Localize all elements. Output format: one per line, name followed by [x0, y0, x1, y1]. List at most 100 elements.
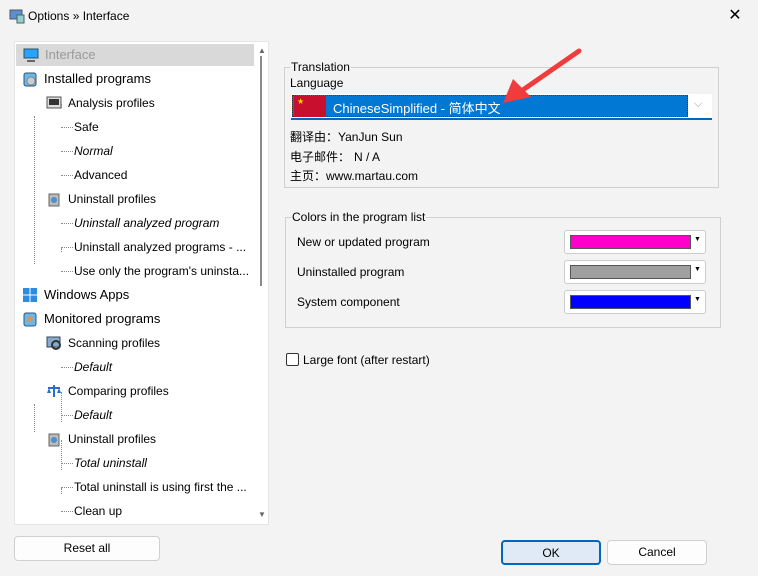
tree-connector [61, 440, 62, 470]
tree-connector [61, 392, 62, 422]
tree-item[interactable]: Advanced [15, 164, 253, 186]
large-font-checkbox[interactable] [286, 353, 299, 366]
color-row-label: New or updated program [297, 235, 430, 249]
color-picker[interactable]: ▼ [564, 290, 706, 314]
scan-icon [46, 336, 61, 350]
color-swatch [570, 235, 691, 249]
homepage-value: www.martau.com [326, 169, 419, 183]
tree-item-label: Uninstall analyzed programs - ... [74, 240, 247, 254]
tree-connector [61, 271, 73, 272]
email-label: 电子邮件： [290, 150, 351, 164]
tree-item[interactable]: Use only the program's uninsta... [15, 260, 253, 282]
title-bar: Options » Interface ✕ [0, 0, 758, 34]
china-flag-icon: ★ [294, 96, 326, 117]
tree-item-label: Installed programs [44, 71, 151, 86]
tree-item-label: Advanced [74, 168, 128, 182]
close-button[interactable]: ✕ [722, 4, 748, 28]
scrollbar-thumb[interactable] [260, 56, 262, 286]
translator-label: 翻译由： [290, 130, 339, 144]
tree-connector [34, 404, 35, 432]
installed-programs-icon [23, 72, 37, 87]
analysis-icon [46, 96, 62, 109]
language-value: ChineseSimplified - 简体中文 [333, 101, 501, 116]
tree-item[interactable]: Scanning profiles [15, 332, 253, 354]
tree-connector [61, 247, 73, 248]
tree-connector [61, 511, 73, 512]
tree-item-label: Safe [74, 120, 99, 134]
tree-item[interactable]: Uninstall profiles [15, 188, 253, 210]
tree-item-label: Clean up [74, 504, 123, 518]
tree-item-label: Scanning profiles [68, 336, 161, 350]
tree-item[interactable]: Uninstall analyzed programs - ... [15, 236, 253, 258]
tree-item[interactable]: Installed programs [15, 68, 253, 90]
tree-item-label: Total uninstall [74, 456, 147, 470]
tree-item-label: Uninstall profiles [68, 192, 157, 206]
tree-item[interactable]: Clean up [15, 500, 253, 522]
ok-button[interactable]: OK [501, 540, 601, 565]
tree-item-label: Normal [74, 144, 113, 158]
tree-item[interactable]: Uninstall profiles [15, 428, 253, 450]
tree-item[interactable]: Comparing profiles [15, 380, 253, 402]
tree-item-label: Interface [45, 47, 96, 62]
dropdown-arrow-icon: ▼ [694, 266, 701, 273]
red-arrow-annotation [503, 48, 582, 103]
cancel-button[interactable]: Cancel [607, 540, 707, 565]
tree-connector [61, 223, 73, 224]
tree-item-label: Monitored programs [44, 311, 161, 326]
color-picker[interactable]: ▼ [564, 260, 706, 284]
tree-item-label: Windows Apps [44, 287, 130, 302]
chevron-down-icon[interactable]: ⌵ [694, 98, 702, 111]
homepage-row: 主页：www.martau.com [290, 167, 418, 184]
language-label: Language [290, 76, 344, 90]
monitored-icon [23, 312, 37, 327]
tree-item[interactable]: Normal [15, 140, 253, 162]
tree-item-label: Analysis profiles [68, 96, 155, 110]
window-title: Options » Interface [28, 9, 130, 23]
translator-row: 翻译由：YanJun Sun [290, 128, 403, 145]
color-swatch [570, 295, 691, 309]
dropdown-arrow-icon: ▼ [694, 296, 701, 303]
email-value: N / A [354, 150, 381, 164]
tree-connector [61, 487, 73, 488]
dropdown-arrow-icon: ▼ [694, 236, 701, 243]
windows-icon [23, 288, 37, 302]
tree-item-label: Uninstall profiles [68, 432, 157, 446]
large-font-label: Large font (after restart) [303, 353, 430, 367]
tree-connector [61, 415, 73, 416]
tree-connector [61, 488, 62, 494]
tree-item[interactable]: Uninstall analyzed program [15, 212, 253, 234]
tree-item-label: Default [74, 360, 113, 374]
tree-connector [61, 127, 73, 128]
tree-item[interactable]: Total uninstall [15, 452, 253, 474]
tree-item[interactable]: Total uninstall is using first the ... [15, 476, 253, 498]
translator-value: YanJun Sun [338, 130, 403, 144]
reset-all-button[interactable]: Reset all [14, 536, 160, 561]
trash-icon [48, 193, 60, 207]
scales-icon [47, 385, 61, 397]
color-swatch [570, 265, 691, 279]
tree-item[interactable]: Analysis profiles [15, 92, 253, 114]
tree-scrollbar[interactable]: ▲ ▼ [255, 42, 269, 524]
tree-item-label: Use only the program's uninsta... [74, 264, 250, 278]
color-picker[interactable]: ▼ [564, 230, 706, 254]
tree-connector [61, 175, 73, 176]
tree-connector [61, 463, 73, 464]
tree-item[interactable]: Safe [15, 116, 253, 138]
tree-item[interactable]: Default [15, 356, 253, 378]
homepage-label: 主页： [290, 169, 327, 183]
translation-group-label: Translation [290, 60, 351, 74]
tree-item[interactable]: Default [15, 404, 253, 426]
tree-item-label: Default [74, 408, 113, 422]
tree-connector [34, 116, 35, 264]
scroll-down-arrow-icon[interactable]: ▼ [258, 510, 266, 519]
email-row: 电子邮件： N / A [290, 148, 380, 165]
tree-item[interactable]: Monitored programs [15, 308, 253, 330]
scroll-up-arrow-icon[interactable]: ▲ [258, 46, 266, 55]
options-tree[interactable]: Interface Installed programs Analysis prof… [14, 41, 269, 525]
color-row-label: Uninstalled program [297, 265, 405, 279]
tree-item[interactable]: Interface [16, 44, 254, 66]
colors-group: Colors in the program list New or update… [285, 210, 721, 328]
tree-item[interactable]: Windows Apps [15, 284, 253, 306]
colors-group-label: Colors in the program list [291, 210, 427, 224]
tree-item-label: Uninstall analyzed program [74, 216, 220, 230]
